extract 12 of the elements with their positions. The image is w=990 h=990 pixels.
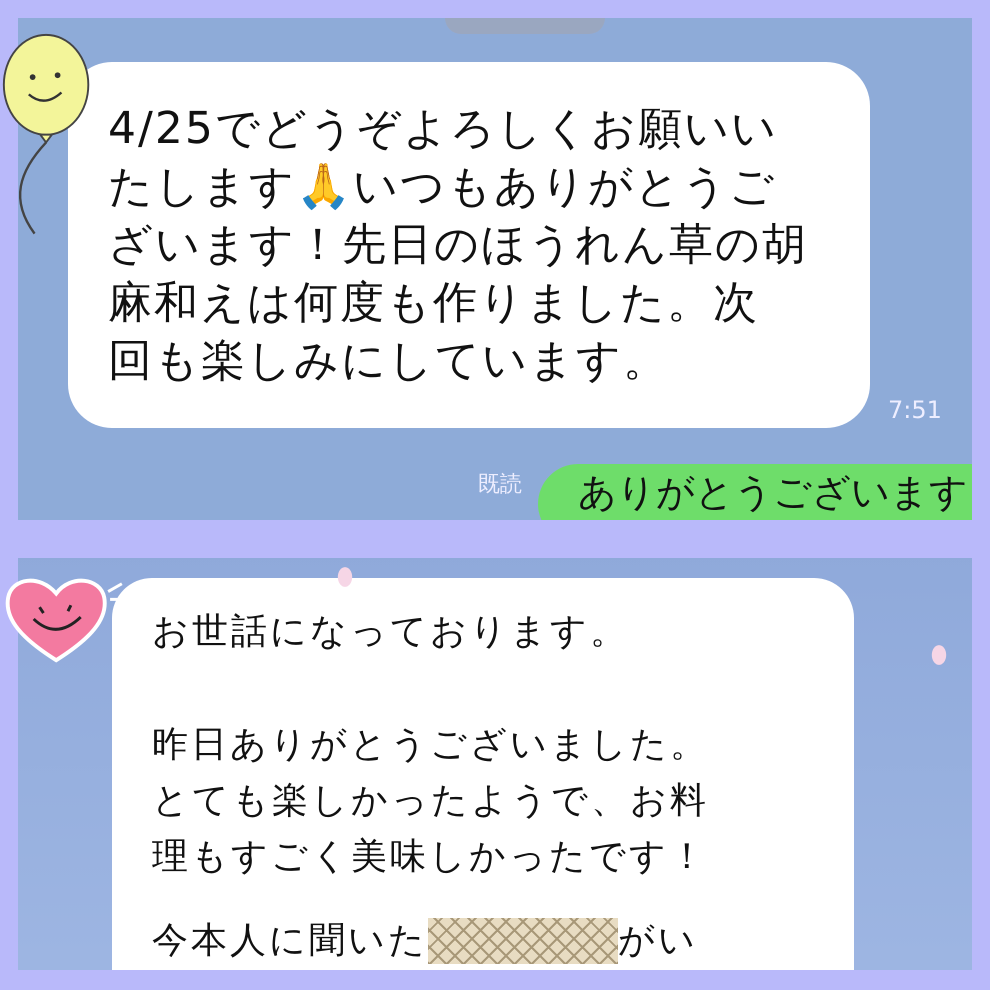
timestamp: 7:51 (888, 396, 942, 424)
message-text: がい (618, 919, 698, 963)
message-text: 昨日ありがとうございました。 (152, 723, 710, 767)
message-text: とても楽しかったようで、お料 (152, 779, 710, 823)
message-text: お世話になっております。 (152, 610, 630, 654)
message-text: 理もすごく美味しかったです！ (152, 835, 709, 879)
petal-icon (336, 566, 354, 588)
message-text: ありがとうございます (578, 470, 968, 514)
message-text: 4/25でどうぞよろしくお願いい たします🙏いつもありがとうご ざいます！先日のほうれん草の胡 麻和えは何度も作りました。次 回も楽しみにしています。 (108, 102, 809, 388)
message-text: 今本人に聞いた (152, 919, 428, 963)
petal-icon (930, 644, 948, 666)
read-label: 既読 (478, 472, 522, 498)
